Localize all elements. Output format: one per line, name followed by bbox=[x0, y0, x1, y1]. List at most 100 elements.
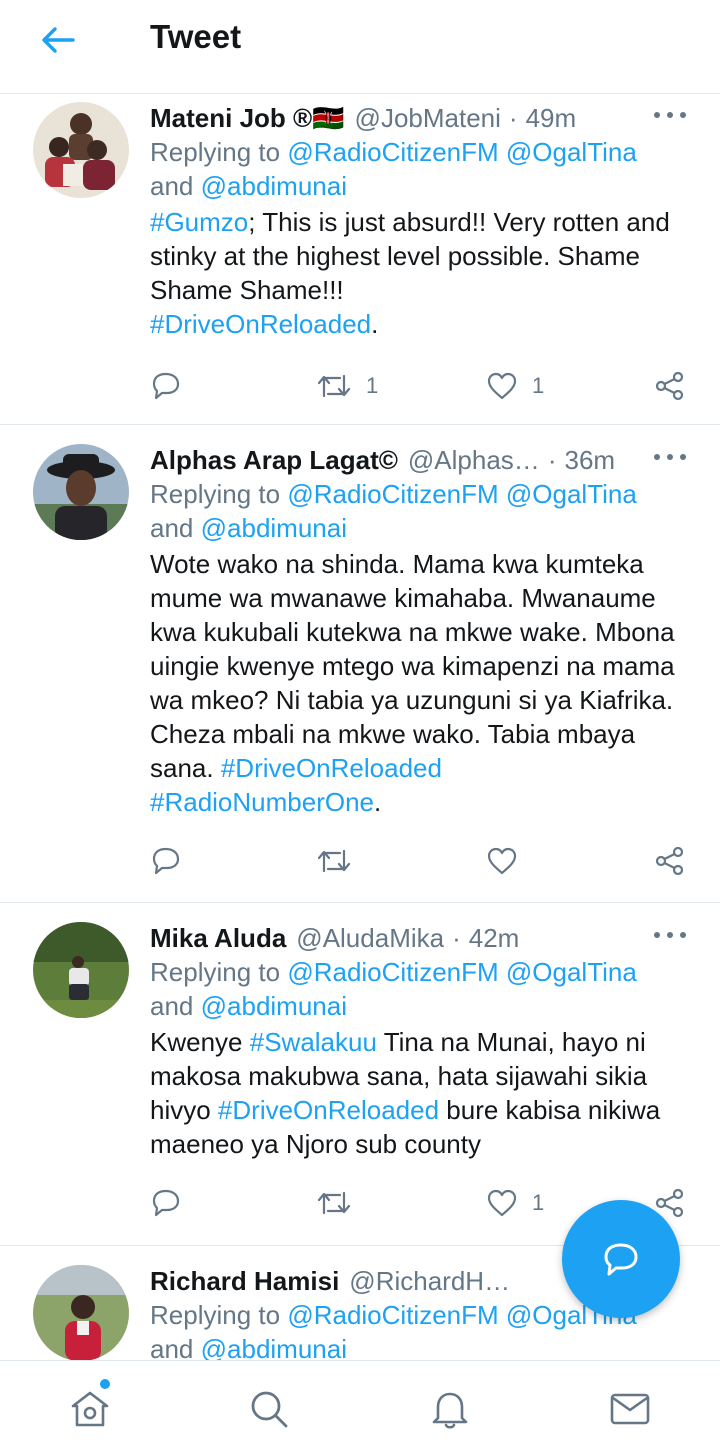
tweet-actions bbox=[150, 841, 690, 881]
replies-feed[interactable]: Mateni Job ®🇰🇪 @JobMateni · 49m Replying… bbox=[0, 95, 720, 1360]
nav-messages[interactable] bbox=[608, 1387, 652, 1431]
replying-to: Replying to @RadioCitizenFM @OgalTina an… bbox=[150, 955, 690, 1023]
tweet-text-segment: Wote wako na shinda. Mama kwa kumteka mu… bbox=[150, 549, 675, 783]
reply-icon bbox=[152, 847, 180, 875]
tweet-header: Mateni Job ®🇰🇪 @JobMateni · 49m bbox=[150, 101, 690, 135]
display-name[interactable]: Alphas Arap Lagat© bbox=[150, 443, 398, 477]
tweet-text-segment: . bbox=[371, 309, 379, 339]
user-handle[interactable]: @AludaMika bbox=[296, 921, 444, 955]
separator-dot: · bbox=[508, 103, 518, 133]
retweet-button[interactable] bbox=[316, 841, 366, 881]
share-button[interactable] bbox=[654, 366, 686, 406]
share-button[interactable] bbox=[654, 841, 686, 881]
replying-to-label: Replying to bbox=[150, 957, 281, 987]
arrow-left-icon bbox=[42, 27, 75, 53]
retweet-count: 1 bbox=[366, 373, 379, 398]
more-options-icon[interactable] bbox=[654, 105, 686, 125]
tweet[interactable]: Mika Aluda @AludaMika · 42m Replying to … bbox=[0, 903, 720, 1246]
avatar[interactable] bbox=[33, 1265, 129, 1360]
reply-button[interactable] bbox=[150, 841, 182, 881]
user-handle[interactable]: @RichardHa… bbox=[349, 1264, 521, 1298]
tweet-header: Mika Aluda @AludaMika · 42m bbox=[150, 921, 690, 955]
tweet[interactable]: Mateni Job ®🇰🇪 @JobMateni · 49m Replying… bbox=[0, 95, 720, 425]
reply-button[interactable] bbox=[150, 1183, 182, 1223]
avatar[interactable] bbox=[33, 444, 129, 540]
heart-icon bbox=[487, 847, 517, 875]
compose-reply-icon bbox=[604, 1243, 638, 1276]
tweet-actions: 1 1 bbox=[150, 366, 690, 406]
reply-icon bbox=[152, 1189, 180, 1217]
heart-icon bbox=[487, 372, 517, 400]
user-handle[interactable]: @JobMateni bbox=[355, 101, 501, 135]
timestamp: 36m bbox=[564, 445, 616, 475]
reply-mentions[interactable]: @RadioCitizenFM @OgalTina bbox=[287, 137, 637, 167]
more-options-icon[interactable] bbox=[654, 925, 686, 945]
hashtag-link[interactable]: #Gumzo bbox=[150, 207, 248, 237]
reply-mention-last[interactable]: @abdimunai bbox=[201, 513, 347, 543]
nav-home[interactable] bbox=[68, 1387, 112, 1431]
more-options-icon[interactable] bbox=[654, 447, 686, 467]
like-button[interactable] bbox=[486, 841, 532, 881]
hashtag-link[interactable]: #DriveOnReloaded bbox=[218, 1095, 439, 1125]
reply-mention-last[interactable]: @abdimunai bbox=[201, 991, 347, 1021]
tweet[interactable]: Alphas Arap Lagat© @Alphas… · 36m Replyi… bbox=[0, 425, 720, 903]
retweet-icon bbox=[317, 1191, 351, 1215]
hashtag-link[interactable]: #DriveOnReloaded bbox=[221, 753, 442, 783]
like-button[interactable]: 1 bbox=[486, 1183, 544, 1223]
replying-and: and bbox=[150, 171, 194, 201]
bottom-navigation bbox=[0, 1360, 720, 1454]
display-name[interactable]: Mateni Job ®🇰🇪 bbox=[150, 101, 345, 135]
retweet-icon bbox=[317, 374, 351, 398]
replying-and: and bbox=[150, 991, 194, 1021]
like-count: 1 bbox=[532, 1190, 545, 1215]
tweet-header: Alphas Arap Lagat© @Alphas… · 36m bbox=[150, 443, 690, 477]
avatar[interactable] bbox=[33, 102, 129, 198]
compose-reply-button[interactable] bbox=[562, 1200, 680, 1318]
nav-notifications[interactable] bbox=[428, 1387, 472, 1431]
top-app-bar: Tweet bbox=[0, 0, 720, 94]
mail-icon bbox=[610, 1393, 650, 1425]
reply-mention-last[interactable]: @abdimunai bbox=[201, 1334, 347, 1360]
hashtag-link[interactable]: #RadioNumberOne bbox=[150, 787, 374, 817]
separator-dot: · bbox=[452, 923, 461, 953]
retweet-button[interactable] bbox=[316, 1183, 366, 1223]
share-icon bbox=[655, 371, 684, 401]
tweet-text-segment: Kwenye bbox=[150, 1027, 250, 1057]
back-button[interactable] bbox=[36, 20, 80, 60]
reply-mention-last[interactable]: @abdimunai bbox=[201, 171, 347, 201]
user-handle[interactable]: @Alphas… bbox=[408, 443, 540, 477]
share-icon bbox=[655, 846, 684, 876]
reply-mentions[interactable]: @RadioCitizenFM @OgalTina bbox=[287, 479, 637, 509]
separator-dot: · bbox=[547, 445, 557, 475]
timestamp: 42m bbox=[468, 923, 520, 953]
tweet-text: Wote wako na shinda. Mama kwa kumteka mu… bbox=[150, 547, 690, 819]
hashtag-link[interactable]: #DriveOnReloaded bbox=[150, 309, 371, 339]
nav-search[interactable] bbox=[247, 1387, 291, 1431]
replying-and: and bbox=[150, 513, 194, 543]
tweet-text-segment: . bbox=[374, 787, 382, 817]
retweet-button[interactable]: 1 bbox=[316, 366, 378, 406]
search-icon bbox=[251, 1391, 288, 1428]
timestamp: 49m bbox=[525, 103, 577, 133]
display-name[interactable]: Mika Aluda bbox=[150, 921, 286, 955]
replying-to-label: Replying to bbox=[150, 137, 281, 167]
heart-icon bbox=[487, 1189, 517, 1217]
home-icon bbox=[71, 1391, 109, 1427]
tweet-text: Kwenye #Swalakuu Tina na Munai, hayo ni … bbox=[150, 1025, 690, 1161]
replying-and: and bbox=[150, 1334, 194, 1360]
reply-button[interactable] bbox=[150, 366, 182, 406]
like-count: 1 bbox=[532, 373, 545, 398]
replying-to: Replying to @RadioCitizenFM @OgalTina an… bbox=[150, 135, 690, 203]
bell-icon bbox=[432, 1392, 468, 1429]
display-name[interactable]: Richard Hamisi bbox=[150, 1264, 339, 1298]
reply-mentions[interactable]: @RadioCitizenFM @OgalTina bbox=[287, 957, 637, 987]
replying-to-label: Replying to bbox=[150, 479, 281, 509]
replying-to-label: Replying to bbox=[150, 1300, 281, 1330]
hashtag-link[interactable]: #Swalakuu bbox=[250, 1027, 377, 1057]
like-button[interactable]: 1 bbox=[486, 366, 544, 406]
retweet-icon bbox=[317, 849, 351, 873]
unread-indicator bbox=[98, 1377, 112, 1391]
avatar[interactable] bbox=[33, 922, 129, 1018]
page-title: Tweet bbox=[150, 18, 242, 55]
tweet-text: #Gumzo; This is just absurd!! Very rotte… bbox=[150, 205, 690, 341]
